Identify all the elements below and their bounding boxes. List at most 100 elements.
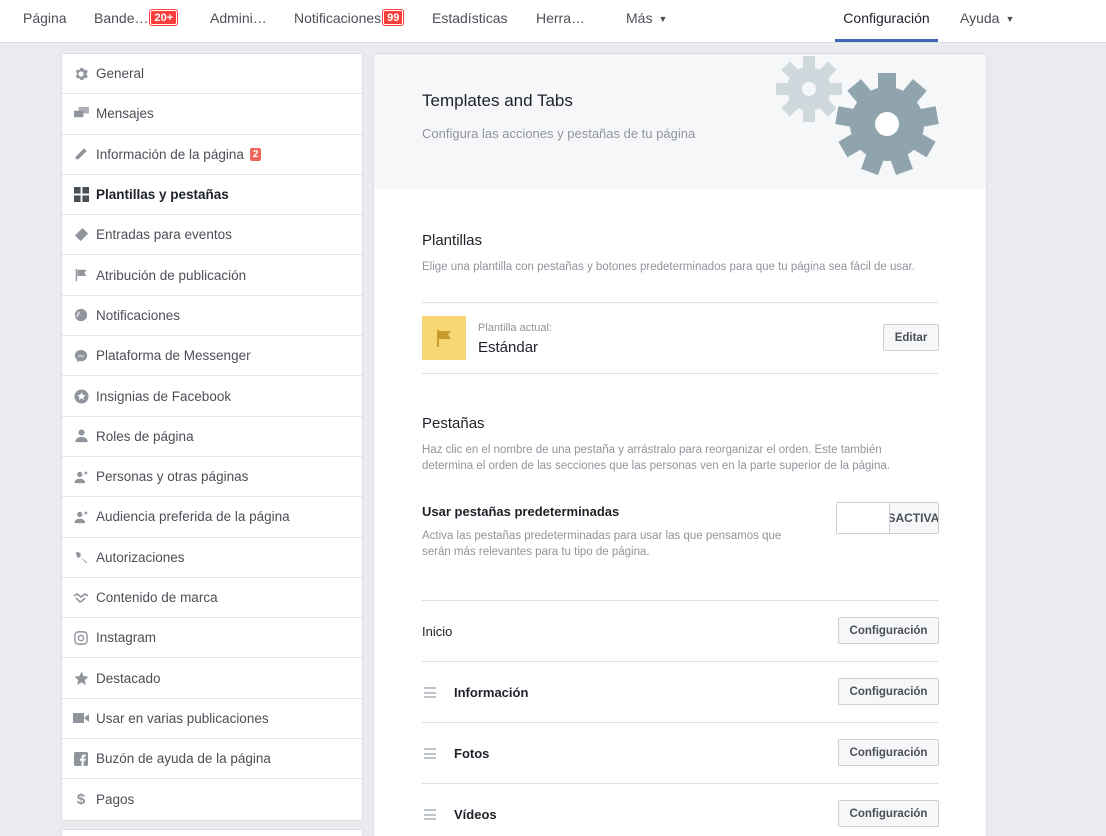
nav-tab-configuracion[interactable]: Configuración (835, 0, 938, 42)
nav-tab-label: Admini… (210, 10, 267, 26)
wrench-icon (73, 549, 89, 565)
person-star-icon (73, 469, 89, 485)
tab-videos-settings-button[interactable]: Configuración (838, 800, 939, 827)
sidebar-item-label: Insignias de Facebook (96, 388, 232, 404)
drag-handle-icon[interactable] (424, 809, 436, 820)
gear-icon (73, 66, 89, 82)
star-icon (73, 670, 89, 686)
sidebar-item-label: Personas y otras páginas (96, 469, 249, 485)
sidebar-item-personas[interactable]: Personas y otras páginas (62, 457, 362, 498)
sidebar-item-notificaciones[interactable]: Notificaciones (62, 296, 362, 337)
nav-tab-label: Ayuda (960, 10, 1000, 26)
nav-tab-label: Página (23, 10, 67, 26)
drag-handle-icon[interactable] (424, 748, 436, 759)
globe-icon (73, 307, 89, 323)
sidebar-item-informacion[interactable]: Información de la página 2 (62, 135, 362, 175)
sidebar-item-messenger[interactable]: Plataforma de Messenger (62, 336, 362, 377)
sidebar-item-label: Instagram (96, 630, 157, 646)
grid-icon (73, 187, 89, 203)
tab-informacion-settings-button[interactable]: Configuración (838, 678, 939, 705)
sidebar-item-autorizaciones[interactable]: Autorizaciones (62, 538, 362, 578)
sidebar-item-buzon-ayuda[interactable]: Buzón de ayuda de la página (62, 739, 362, 780)
sidebar-item-pagos[interactable]: $ Pagos (62, 779, 362, 819)
nav-tab-administrador[interactable]: Admini… (210, 0, 267, 42)
nav-tab-notificaciones[interactable]: Notificaciones 99 (294, 0, 404, 42)
sidebar-item-instagram[interactable]: Instagram (62, 618, 362, 659)
tab-row-inicio-label: Inicio (422, 624, 453, 639)
sidebar-secondary-panel (61, 829, 363, 836)
sidebar-item-audiencia[interactable]: Audiencia preferida de la página (62, 497, 362, 538)
current-template-value: Estándar (478, 339, 539, 356)
settings-sidebar: General Mensajes Información de la págin… (61, 53, 363, 821)
default-tabs-description: Activa las pestañas predeterminadas para… (422, 528, 781, 560)
tab-fotos-settings-button[interactable]: Configuración (838, 739, 939, 766)
templates-section-title: Plantillas (422, 232, 483, 249)
notification-badge: 2 (249, 147, 262, 161)
page-title: Templates and Tabs (422, 91, 573, 110)
nav-tab-pagina[interactable]: Página (23, 0, 67, 42)
nav-tab-bandeja[interactable]: Bande… 20+ (94, 0, 178, 42)
sidebar-item-varias-publicaciones[interactable]: Usar en varias publicaciones (62, 699, 362, 740)
page-subtitle: Configura las acciones y pestañas de tu … (422, 126, 696, 141)
nav-tab-label: Bande… (94, 10, 149, 26)
description-line: serán más relevantes para tu tipo de pág… (422, 546, 650, 558)
person-star-icon (73, 509, 89, 525)
sidebar-item-mensajes[interactable]: Mensajes (62, 94, 362, 135)
sidebar-item-label: Atribución de publicación (96, 267, 247, 283)
sidebar-item-label: Plataforma de Messenger (96, 348, 251, 364)
nav-tab-estadisticas[interactable]: Estadísticas (432, 0, 507, 42)
nav-tab-label: Herra… (536, 10, 586, 26)
pencil-icon (73, 146, 89, 162)
drag-handle-icon[interactable] (424, 687, 436, 698)
nav-tab-label: Configuración (843, 10, 930, 26)
sidebar-item-atribucion[interactable]: Atribución de publicación (62, 255, 362, 296)
tabs-section-title: Pestañas (422, 415, 485, 432)
handshake-icon (73, 590, 89, 606)
sidebar-item-general[interactable]: General (62, 54, 362, 95)
toggle-state-label: DESACTIVADO (890, 503, 938, 533)
panel-header: Templates and Tabs Configura las accione… (374, 54, 986, 189)
divider (422, 722, 938, 723)
flag-icon (73, 267, 89, 283)
sidebar-item-contenido-marca[interactable]: Contenido de marca (62, 578, 362, 619)
divider (422, 661, 938, 662)
templates-section-description: Elige una plantilla con pestañas y boton… (422, 261, 915, 273)
tab-row-fotos-label: Fotos (454, 746, 490, 761)
nav-tab-mas[interactable]: Más ▼ (626, 0, 667, 42)
sidebar-item-label: Roles de página (96, 428, 194, 444)
facebook-icon (73, 751, 89, 767)
sidebar-item-label: Contenido de marca (96, 590, 218, 605)
edit-template-button[interactable]: Editar (883, 324, 939, 351)
sidebar-item-label: Plantillas y pestañas (96, 187, 229, 203)
sidebar-item-label: Audiencia preferida de la página (96, 509, 290, 525)
sidebar-item-label: Usar en varias publicaciones (96, 710, 269, 726)
sidebar-item-destacado[interactable]: Destacado (62, 658, 362, 699)
sidebar-item-label: General (96, 66, 145, 82)
messages-icon (73, 106, 89, 122)
main-content-panel: Templates and Tabs Configura las accione… (373, 53, 987, 836)
sidebar-item-plantillas[interactable]: Plantillas y pestañas (62, 175, 362, 216)
nav-tab-herramientas[interactable]: Herra… (536, 0, 585, 42)
caret-down-icon: ▼ (1005, 14, 1015, 24)
sidebar-item-label: Mensajes (96, 106, 154, 122)
sidebar-item-insignias[interactable]: Insignias de Facebook (62, 376, 362, 417)
divider (422, 302, 938, 303)
gears-illustration-icon (776, 56, 939, 176)
tab-row-videos-label: Vídeos (454, 807, 497, 822)
badge-star-icon (73, 388, 89, 404)
tab-inicio-settings-button[interactable]: Configuración (838, 617, 939, 644)
sidebar-item-label: Autorizaciones (96, 549, 185, 565)
default-tabs-toggle[interactable]: DESACTIVADO (836, 502, 939, 534)
sidebar-item-entradas[interactable]: Entradas para eventos (62, 215, 362, 256)
divider (422, 373, 938, 374)
sidebar-item-roles[interactable]: Roles de página (62, 417, 362, 457)
ticket-icon (73, 227, 89, 243)
template-flag-icon (422, 316, 466, 360)
instagram-icon (73, 630, 89, 646)
nav-tab-ayuda[interactable]: Ayuda ▼ (960, 0, 1014, 42)
sidebar-item-label: Pagos (96, 791, 135, 807)
notification-badge: 99 (383, 10, 404, 25)
person-icon (73, 428, 89, 444)
description-line: Activa las pestañas predeterminadas para… (422, 530, 782, 542)
nav-tab-label: Estadísticas (432, 10, 508, 26)
